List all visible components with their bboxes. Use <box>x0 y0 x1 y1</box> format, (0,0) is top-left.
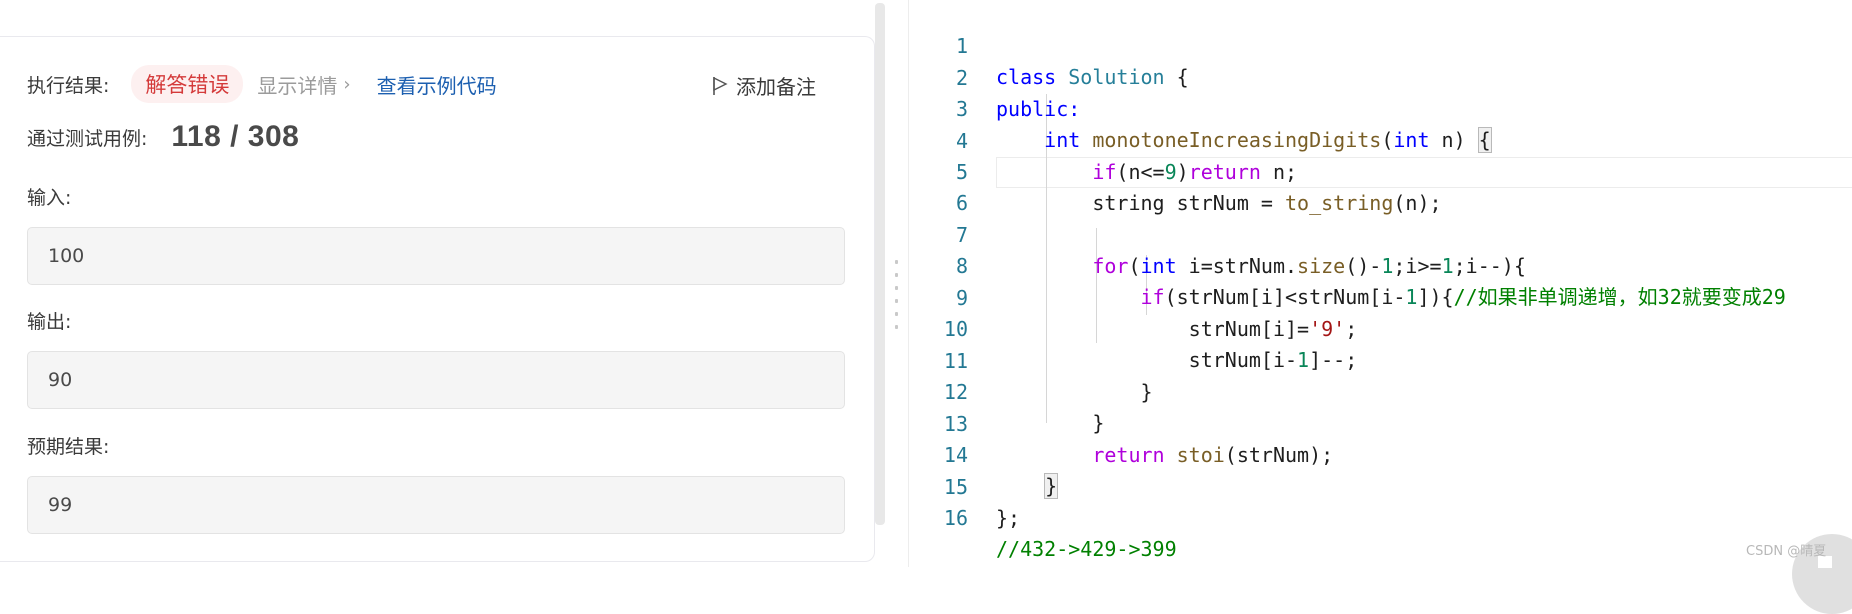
expected-label-row: 预期结果: <box>27 432 109 459</box>
tests-row: 通过测试用例: 118 / 308 <box>27 120 299 154</box>
chevron-right-icon: › <box>343 73 351 95</box>
code-line-10: 10 strNum[i-1]--; <box>912 283 1852 372</box>
code-line-3: 3 int monotoneIncreasingDigits(int n) { <box>912 63 1852 153</box>
panel-divider <box>908 0 909 567</box>
token: }; <box>996 506 1021 530</box>
code-line-14: 14 } <box>912 409 1852 499</box>
code-line-6: 6 <box>912 157 1852 215</box>
code-line-12: 12 } <box>912 346 1852 435</box>
view-example-code-link[interactable]: 查看示例代码 <box>377 70 497 99</box>
add-note-button[interactable]: 添加备注 <box>712 71 816 100</box>
tests-label: 通过测试用例: <box>27 127 148 150</box>
code-line-16: 16 //432->429->399 <box>912 472 1852 561</box>
flag-icon <box>713 76 728 95</box>
input-value-box: 100 <box>27 227 845 285</box>
result-row: 执行结果: 解答错误 显示详情 › 查看示例代码 <box>27 65 497 103</box>
code-line-2: 2 public: <box>912 32 1852 121</box>
output-label: 输出: <box>27 311 72 333</box>
panel-resize-handle[interactable] <box>893 260 899 346</box>
output-label-row: 输出: <box>27 307 71 334</box>
result-label: 执行结果: <box>27 74 110 97</box>
code-line-7: 7 for(int i=strNum.size()-1;i>=1;i--){ <box>912 189 1852 278</box>
show-details-link[interactable]: 显示详情 › <box>257 70 350 99</box>
code-line-8: 8 if(strNum[i]<strNum[i-1]){//如果非单调递增，如3… <box>912 220 1852 309</box>
input-label: 输入: <box>27 187 72 209</box>
line-number: 16 <box>943 506 968 530</box>
tests-count: 118 / 308 <box>171 120 300 153</box>
token: //432->429->399 <box>996 537 1177 561</box>
code-line-4: 4 if(n<=9)return n; <box>912 95 1852 184</box>
status-badge: 解答错误 <box>131 65 244 103</box>
code-line-13: 13 return stoi(strNum); <box>912 378 1852 467</box>
input-value: 100 <box>48 245 85 267</box>
watermark: CSDN @晴夏 <box>1746 544 1827 559</box>
code-editor[interactable]: 1 class Solution { 2 public: 3 int monot… <box>912 0 1852 567</box>
result-scrollbar[interactable] <box>875 3 885 525</box>
show-details-label: 显示详情 <box>257 73 338 98</box>
code-line-5: 5 string strNum = to_string(n); <box>912 126 1852 215</box>
code-line-1: 1 class Solution { <box>912 0 1852 89</box>
result-panel: 执行结果: 解答错误 显示详情 › 查看示例代码 添加备注 通过测试用例: 11… <box>0 36 875 562</box>
input-label-row: 输入: <box>27 183 71 210</box>
output-value-box: 90 <box>27 351 845 409</box>
code-line-15: 15 }; <box>912 441 1852 530</box>
code-line-9: 9 strNum[i]='9'; <box>912 252 1852 341</box>
expected-value: 99 <box>48 494 73 516</box>
expected-label: 预期结果: <box>27 436 110 458</box>
output-value: 90 <box>48 369 73 391</box>
expected-value-box: 99 <box>27 476 845 534</box>
add-note-label: 添加备注 <box>736 75 816 99</box>
code-line-11: 11 } <box>912 315 1852 404</box>
